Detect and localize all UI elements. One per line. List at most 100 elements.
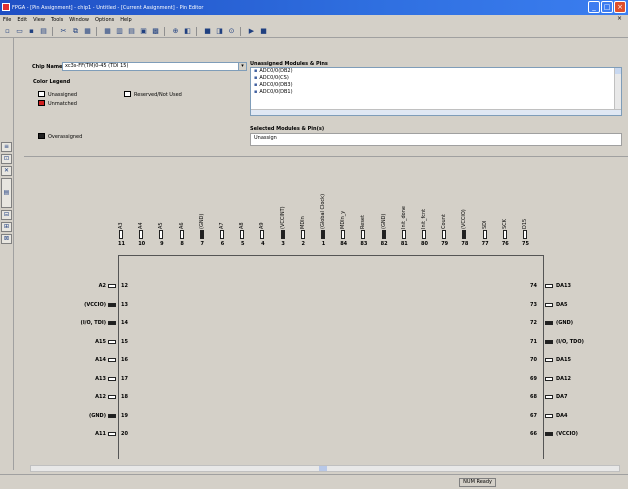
top-pin[interactable]: A6 8 — [179, 157, 186, 255]
top-pin[interactable]: (VCCINT) 3 — [280, 157, 287, 255]
module-icon[interactable]: ■ — [202, 26, 213, 36]
top-pin[interactable]: A9 4 — [259, 157, 266, 255]
chip-icon[interactable]: ▩ — [150, 26, 161, 36]
canvas-hscrollbar[interactable] — [30, 465, 620, 472]
save-icon[interactable]: ▪ — [26, 26, 37, 36]
pin-marker[interactable] — [545, 284, 553, 288]
cut-icon[interactable]: ✂ — [58, 26, 69, 36]
top-pin[interactable]: (GND) 7 — [199, 157, 206, 255]
print-icon[interactable]: ▤ — [38, 26, 49, 36]
pin-marker[interactable] — [545, 413, 553, 418]
top-pin[interactable]: A4 10 — [138, 157, 145, 255]
pin-marker[interactable] — [108, 302, 116, 307]
list-scrollbar[interactable] — [614, 68, 621, 115]
chip-name-select[interactable]: xc3s-FF(TM)0-45 (TDI 15) ▾ — [62, 62, 247, 71]
side-tab-2[interactable]: ⊡ — [1, 154, 12, 164]
pin-marker[interactable] — [108, 413, 116, 418]
pin-number: 77 — [481, 241, 489, 247]
table-icon[interactable]: ▤ — [126, 26, 137, 36]
new-icon[interactable]: ▫ — [2, 26, 13, 36]
list-item-label: ADC0/0(DB3) — [259, 82, 293, 88]
top-pin[interactable]: SCK 76 — [502, 157, 509, 255]
pin-marker[interactable] — [545, 339, 553, 344]
selected-modules-field[interactable]: Unassign — [250, 133, 622, 146]
run-icon[interactable]: ▶ — [246, 26, 257, 36]
pin-number: 16 — [121, 357, 128, 363]
pin-marker[interactable] — [545, 321, 553, 325]
pin-marker[interactable] — [108, 339, 116, 344]
menu-item-view[interactable]: View — [33, 17, 45, 23]
pin-layout-canvas[interactable]: A3 11 A4 10 A5 9 A6 8 (GND) 7 A7 6 A8 5 A9 4 (VCCINT) 3 MD… — [24, 156, 628, 464]
top-pin[interactable]: (VCCIO) 78 — [461, 157, 468, 255]
pin-marker[interactable] — [545, 432, 553, 436]
chevron-down-icon[interactable]: ▾ — [238, 63, 246, 70]
top-pin[interactable]: SDI 77 — [482, 157, 489, 255]
stop-icon[interactable]: ■ — [258, 26, 269, 36]
pin-icon[interactable]: ▣ — [138, 26, 149, 36]
top-pin[interactable]: Init_fcnt 80 — [421, 157, 428, 255]
pin-number: 84 — [340, 241, 348, 247]
top-pin[interactable]: A5 9 — [158, 157, 165, 255]
side-tab-6[interactable]: ⊞ — [1, 222, 12, 232]
minimize-button[interactable]: _ — [588, 1, 600, 13]
pin-marker — [260, 230, 265, 239]
pin-marker[interactable] — [545, 395, 553, 399]
chart-icon[interactable]: ▥ — [114, 26, 125, 36]
top-pin[interactable]: MDIn 2 — [300, 157, 307, 255]
menu-item-options[interactable]: Options — [95, 17, 114, 23]
top-pin[interactable]: MDIn_y 84 — [340, 157, 347, 255]
menu-item-tools[interactable]: Tools — [51, 17, 63, 23]
list-item[interactable]: ▪ ADC0/0(DB1) — [251, 89, 621, 96]
side-tab-7[interactable]: ⊠ — [1, 234, 12, 244]
menu-item-edit[interactable]: Edit — [17, 17, 27, 23]
top-pin[interactable]: Count 79 — [441, 157, 448, 255]
pin-marker[interactable] — [108, 321, 116, 325]
left-pin-label: A13 — [95, 375, 106, 382]
layer-icon[interactable]: ◨ — [214, 26, 225, 36]
pin-marker[interactable] — [545, 302, 553, 307]
open-icon[interactable]: ▭ — [14, 26, 25, 36]
unassigned-list[interactable]: ▪ ADC0/0(DB2) ▪ ADC0/0(CS) ▪ ADC0/0(DB3) ▪ ADC0… — [250, 67, 622, 116]
maximize-button[interactable]: □ — [601, 1, 613, 13]
palette-icon[interactable]: ◧ — [182, 26, 193, 36]
pin-number: 17 — [121, 375, 128, 382]
pin-marker[interactable] — [108, 358, 116, 362]
side-tab-4[interactable]: ▤ — [1, 178, 12, 208]
scroll-thumb[interactable] — [319, 466, 327, 471]
top-pin[interactable]: D15 75 — [522, 157, 529, 255]
zoom-icon[interactable]: ⊕ — [170, 26, 181, 36]
pin-marker[interactable] — [108, 284, 116, 288]
list-item[interactable]: ▪ ADC0/0(DB3) — [251, 82, 621, 89]
pin-marker[interactable] — [108, 432, 116, 436]
mdi-close-icon[interactable]: × — [617, 15, 622, 22]
side-tab-1[interactable]: ≡ — [1, 142, 12, 152]
paste-icon[interactable]: ▦ — [82, 26, 93, 36]
menu-item-window[interactable]: Window — [69, 17, 89, 23]
menu-item-file[interactable]: File — [3, 17, 11, 23]
close-button[interactable]: × — [614, 1, 626, 13]
pin-marker[interactable] — [545, 376, 553, 381]
pin-marker[interactable] — [108, 376, 116, 381]
copy-icon[interactable]: ⧉ — [70, 26, 81, 36]
list-item[interactable]: ▪ ADC0/0(DB2) — [251, 68, 621, 75]
top-pin[interactable]: Init_done 81 — [401, 157, 408, 255]
app-icon[interactable] — [2, 3, 10, 11]
top-pin[interactable]: (Global Clock) 1 — [320, 157, 327, 255]
top-pin[interactable]: A3 11 — [118, 157, 125, 255]
search-icon[interactable]: ⊙ — [226, 26, 237, 36]
grid-icon[interactable]: ▦ — [102, 26, 113, 36]
top-pin[interactable]: Reset 83 — [360, 157, 367, 255]
side-tab-3[interactable]: ✕ — [1, 166, 12, 176]
pin-marker — [482, 230, 487, 239]
list-item[interactable]: ▪ ADC0/0(CS) — [251, 75, 621, 82]
top-pin[interactable]: A8 5 — [239, 157, 246, 255]
pin-marker[interactable] — [545, 358, 553, 362]
pin-marker[interactable] — [108, 395, 116, 399]
top-pin[interactable]: (GND) 82 — [381, 157, 388, 255]
side-tab-5[interactable]: ⊟ — [1, 210, 12, 220]
toolbar-separator — [164, 26, 167, 36]
menu-item-help[interactable]: Help — [120, 17, 131, 23]
list-hscrollbar[interactable] — [251, 109, 621, 115]
top-pin[interactable]: A7 6 — [219, 157, 226, 255]
pin-number: 3 — [281, 241, 285, 247]
